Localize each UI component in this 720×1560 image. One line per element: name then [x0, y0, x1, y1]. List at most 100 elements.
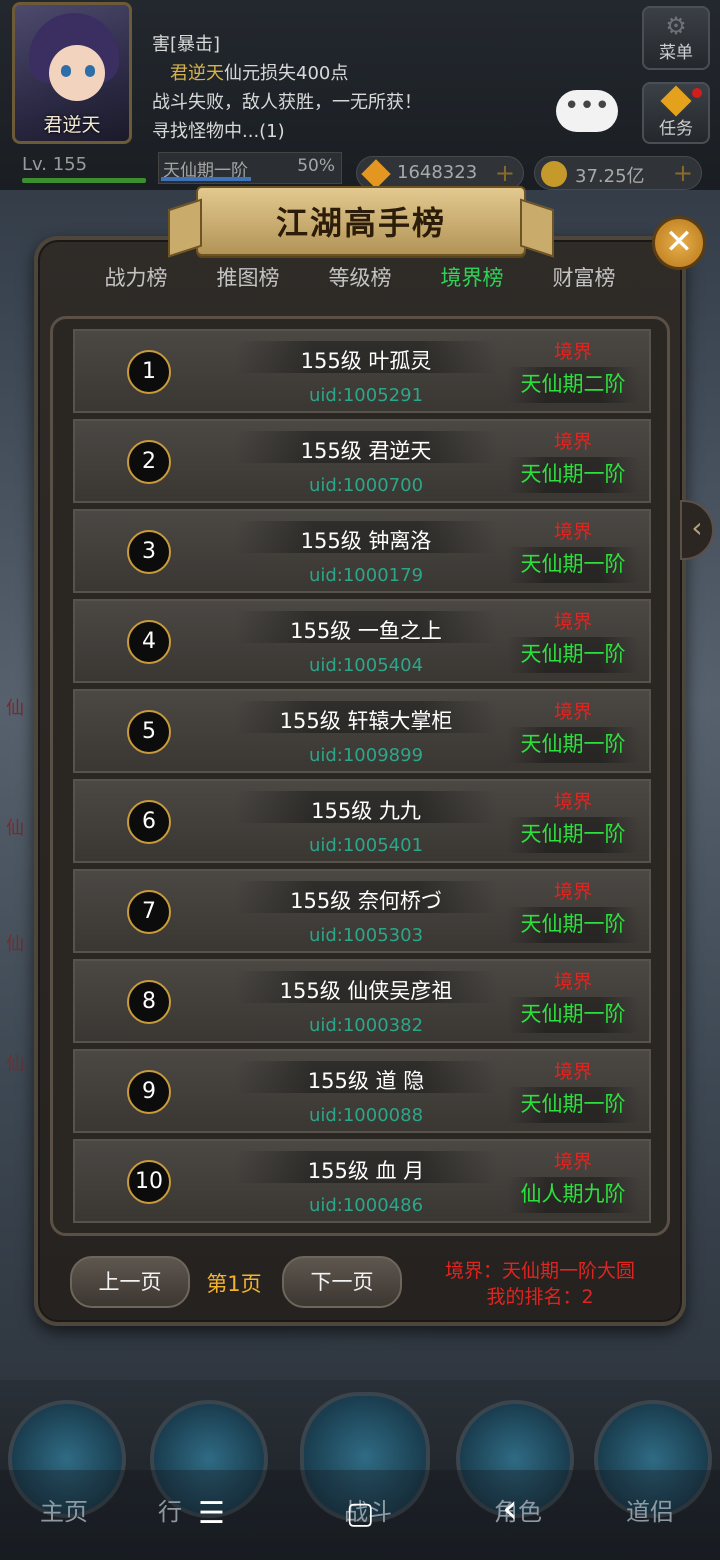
- ranking-tabs: 战力榜 推图榜 等级榜 境界榜 财富榜: [80, 262, 640, 302]
- my-rank: 我的排名：2: [486, 1286, 594, 1308]
- side-text: 仙: [6, 1054, 24, 1075]
- list-item[interactable]: 9 155级 道 隐 uid:1000088 境界 天仙期一阶: [73, 1049, 651, 1133]
- system-menu-icon[interactable]: ☰: [198, 1496, 225, 1531]
- realm-value: 天仙期二阶: [507, 367, 639, 403]
- player-uid: uid:1005291: [308, 385, 424, 406]
- list-item[interactable]: 4 155级 一鱼之上 uid:1005404 境界 天仙期一阶: [73, 599, 651, 683]
- task-button[interactable]: 任务: [642, 82, 710, 144]
- gold-currency: 37.25亿 +: [534, 156, 702, 190]
- tab-level[interactable]: 等级榜: [304, 262, 416, 292]
- player-name: 155级 轩辕大掌柜: [279, 709, 453, 733]
- side-text: 仙: [6, 934, 24, 955]
- close-icon[interactable]: ✕: [652, 216, 706, 270]
- rank-badge: 5: [127, 710, 171, 754]
- level-progress-fill: [22, 178, 146, 183]
- log-line: 寻找怪物中...(1): [152, 121, 285, 142]
- player-name: 155级 钟离洛: [300, 529, 432, 553]
- rank-badge: 2: [127, 440, 171, 484]
- tab-stage[interactable]: 推图榜: [192, 262, 304, 292]
- coin-icon: [541, 161, 567, 187]
- realm-value: 天仙期一阶: [507, 457, 639, 493]
- player-name: 155级 血 月: [307, 1159, 425, 1183]
- prev-page-button[interactable]: 上一页: [70, 1256, 190, 1308]
- gear-icon: ⚙: [665, 12, 687, 40]
- list-item[interactable]: 3 155级 钟离洛 uid:1000179 境界 天仙期一阶: [73, 509, 651, 593]
- nav-character-label[interactable]: 角色: [458, 1492, 578, 1527]
- ranking-list: 1 155级 叶孤灵 uid:1005291 境界 天仙期二阶 2 155级 君…: [50, 316, 670, 1236]
- player-uid: uid:1000382: [308, 1015, 424, 1036]
- avatar-face: [49, 45, 105, 101]
- realm-value: 天仙期一阶: [507, 727, 639, 763]
- rank-badge: 7: [127, 890, 171, 934]
- list-item[interactable]: 2 155级 君逆天 uid:1000700 境界 天仙期一阶: [73, 419, 651, 503]
- rank-badge: 6: [127, 800, 171, 844]
- avatar-eye: [85, 65, 95, 77]
- list-item[interactable]: 7 155级 奈何桥づ uid:1005303 境界 天仙期一阶: [73, 869, 651, 953]
- realm-label: 境界: [553, 1061, 592, 1083]
- realm-label: 境界: [553, 881, 592, 903]
- rank-badge: 9: [127, 1070, 171, 1114]
- rank-badge: 4: [127, 620, 171, 664]
- menu-label: 菜单: [659, 43, 693, 63]
- player-name: 155级 一鱼之上: [290, 619, 442, 643]
- player-name: 155级 奈何桥づ: [290, 889, 442, 913]
- log-text: 仙元损失400点: [224, 63, 349, 84]
- next-page-button[interactable]: 下一页: [282, 1256, 402, 1308]
- player-name: 155级 道 隐: [307, 1069, 425, 1093]
- realm-value: 天仙期一阶: [507, 907, 639, 943]
- player-uid: uid:1000700: [308, 475, 424, 496]
- nav-home-label[interactable]: 主页: [4, 1492, 124, 1527]
- side-text: 仙: [6, 698, 24, 719]
- menu-button[interactable]: ⚙ 菜单: [642, 6, 710, 70]
- realm-label: 境界: [553, 341, 592, 363]
- system-home-icon[interactable]: ▢: [346, 1496, 374, 1531]
- realm-value: 天仙期一阶: [507, 547, 639, 583]
- log-line: 战斗失败，敌人获胜，一无所获！: [152, 92, 422, 113]
- player-avatar[interactable]: 君逆天: [12, 2, 132, 144]
- rank-badge: 3: [127, 530, 171, 574]
- task-label: 任务: [659, 119, 693, 139]
- player-name: 君逆天: [43, 114, 101, 136]
- battle-log: 害[暴击] 君逆天仙元损失400点 战斗失败，敌人获胜，一无所获！ 寻找怪物中.…: [152, 30, 622, 146]
- log-line: 君逆天仙元损失400点: [152, 59, 622, 88]
- avatar-eye: [61, 65, 71, 77]
- player-name: 155级 君逆天: [300, 439, 432, 463]
- chat-bubble-icon[interactable]: •••: [556, 90, 618, 132]
- player-uid: uid:1005303: [308, 925, 424, 946]
- realm-label: 境界: [553, 611, 592, 633]
- add-gold-button[interactable]: +: [673, 159, 693, 187]
- list-item[interactable]: 10 155级 血 月 uid:1000486 境界 仙人期九阶: [73, 1139, 651, 1223]
- realm-value: 仙人期九阶: [507, 1177, 639, 1213]
- tab-wealth[interactable]: 财富榜: [528, 262, 640, 292]
- player-uid: uid:1005401: [308, 835, 424, 856]
- banner-wing: [168, 198, 202, 258]
- tab-power[interactable]: 战力榜: [80, 262, 192, 292]
- my-realm: 境界：天仙期一阶大圆: [444, 1260, 635, 1282]
- system-back-icon[interactable]: ‹: [502, 1486, 518, 1532]
- banner-wing: [520, 198, 554, 258]
- player-uid: uid:1000179: [308, 565, 424, 586]
- nav-partner-label[interactable]: 道侣: [590, 1492, 710, 1527]
- gold-amount: 37.25亿: [575, 166, 645, 187]
- log-player-name: 君逆天: [170, 63, 224, 84]
- list-item[interactable]: 1 155级 叶孤灵 uid:1005291 境界 天仙期二阶: [73, 329, 651, 413]
- realm-label: 境界: [553, 791, 592, 813]
- realm-value: 天仙期一阶: [507, 997, 639, 1033]
- player-uid: uid:1000486: [308, 1195, 424, 1216]
- level-bar: Lv. 155: [22, 154, 148, 184]
- player-uid: uid:1009899: [308, 745, 424, 766]
- list-item[interactable]: 8 155级 仙侠吴彦祖 uid:1000382 境界 天仙期一阶: [73, 959, 651, 1043]
- log-line: 害[暴击]: [152, 34, 221, 55]
- realm-value: 天仙期一阶: [507, 817, 639, 853]
- list-item[interactable]: 5 155级 轩辕大掌柜 uid:1009899 境界 天仙期一阶: [73, 689, 651, 773]
- realm-label: 境界: [553, 521, 592, 543]
- level-text: Lv. 155: [22, 154, 88, 175]
- player-name: 155级 仙侠吴彦祖: [279, 979, 453, 1003]
- add-gem-button[interactable]: +: [495, 159, 515, 187]
- list-item[interactable]: 6 155级 九九 uid:1005401 境界 天仙期一阶: [73, 779, 651, 863]
- rank-badge: 10: [127, 1160, 171, 1204]
- realm-label: 境界: [553, 701, 592, 723]
- rank-badge: 1: [127, 350, 171, 394]
- side-text: 仙: [6, 818, 24, 839]
- tab-realm[interactable]: 境界榜: [416, 262, 528, 292]
